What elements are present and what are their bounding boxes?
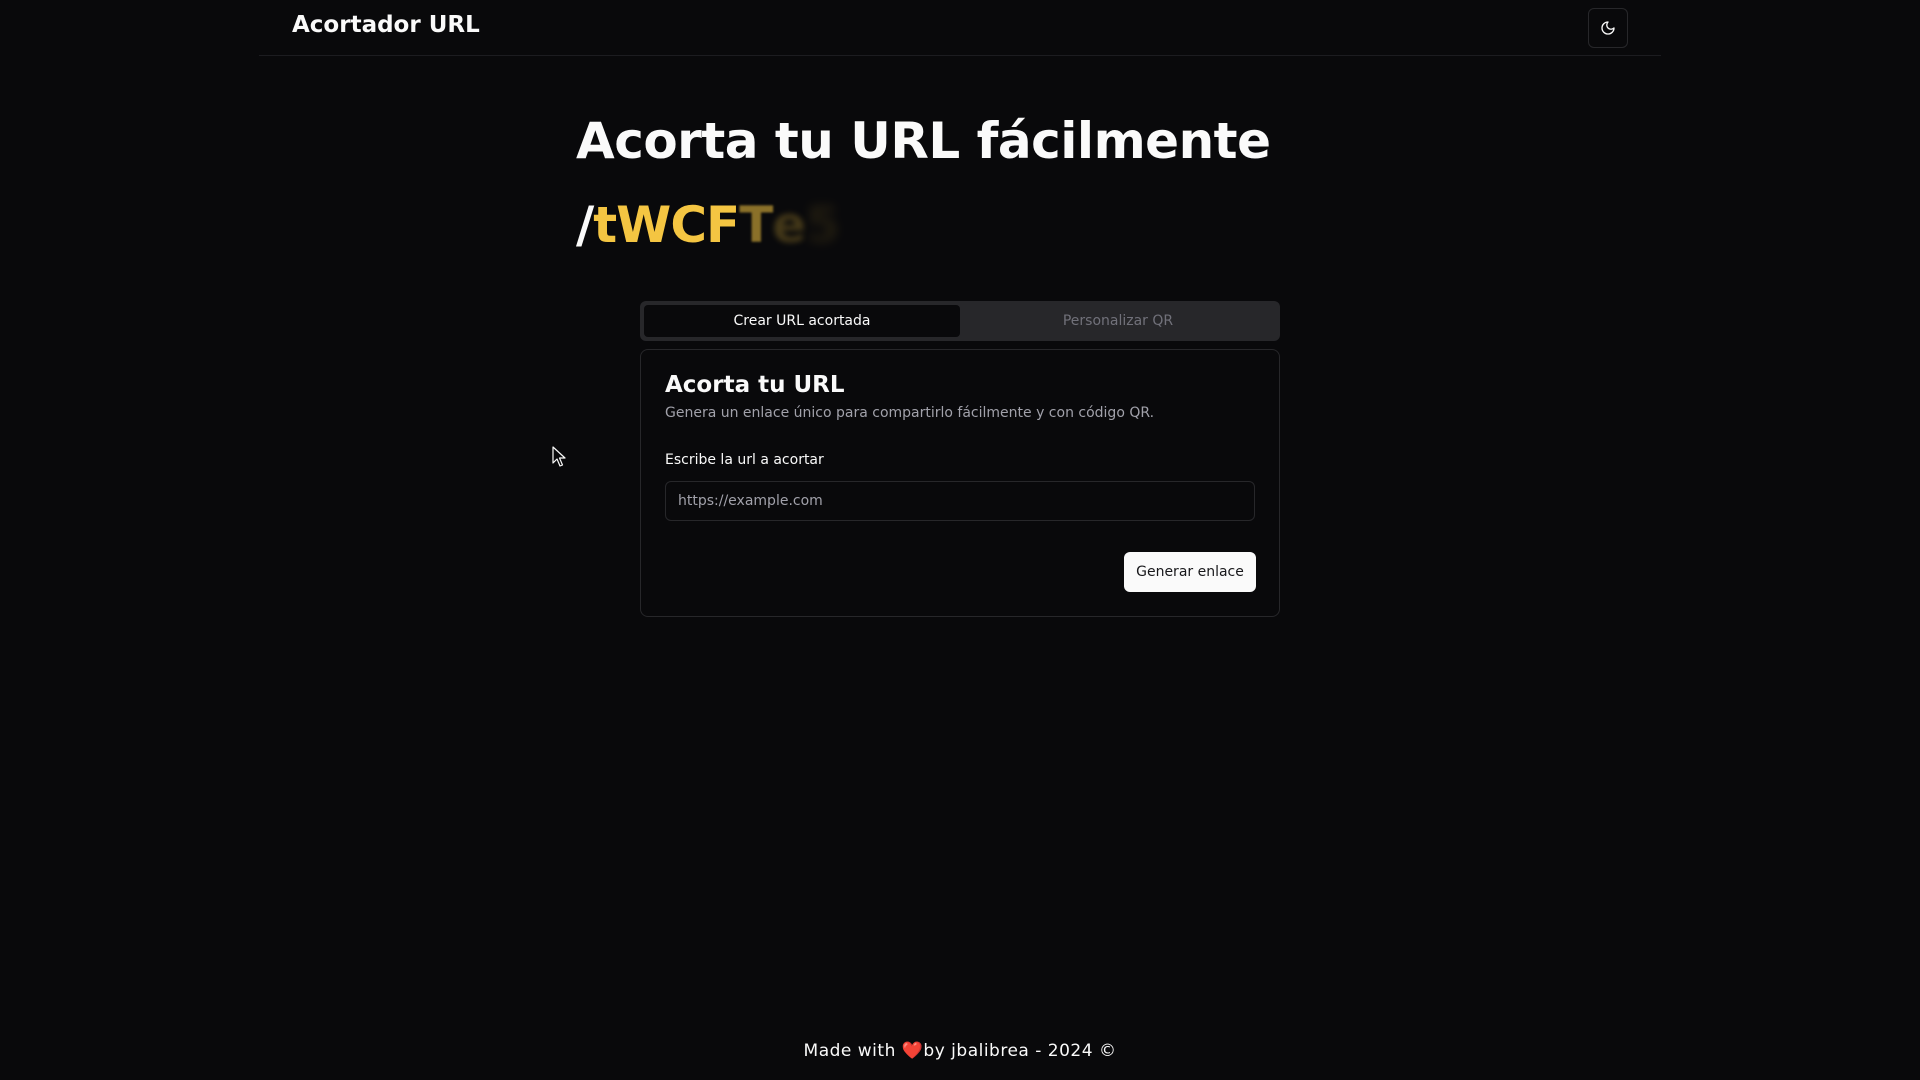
slug-char: t: [593, 196, 617, 254]
heart-icon: ❤️: [901, 1041, 924, 1061]
generate-link-button[interactable]: Generar enlace: [1124, 552, 1256, 592]
slug-char: W: [616, 196, 671, 254]
footer-credit[interactable]: by jbalibrea - 2024 ©: [923, 1041, 1116, 1061]
slug-char: 5: [805, 196, 840, 254]
mouse-cursor-icon: [552, 446, 566, 467]
site-header: Acortador URL: [259, 0, 1661, 56]
tabs-list: Crear URL acortada Personalizar QR: [640, 301, 1280, 341]
shorten-card: Acorta tu URL Genera un enlace único par…: [640, 349, 1280, 617]
theme-toggle-button[interactable]: [1588, 8, 1628, 48]
hero-title: Acorta tu URL fácilmente: [576, 112, 1271, 170]
tab-customize-qr[interactable]: Personalizar QR: [960, 305, 1276, 337]
slug-preview: /tWCFTe5: [576, 196, 840, 254]
slug-prefix: /: [576, 196, 594, 254]
card-title: Acorta tu URL: [665, 372, 845, 398]
slug-char: T: [739, 196, 773, 254]
slug-char: e: [772, 196, 806, 254]
footer-prefix: Made with: [803, 1041, 902, 1061]
brand-title[interactable]: Acortador URL: [292, 12, 480, 38]
card-description: Genera un enlace único para compartirlo …: [665, 405, 1155, 421]
url-input[interactable]: [665, 481, 1255, 521]
moon-icon: [1601, 21, 1615, 35]
url-field-label: Escribe la url a acortar: [665, 452, 824, 468]
slug-char: C: [670, 196, 707, 254]
tab-create-short-url[interactable]: Crear URL acortada: [644, 305, 960, 337]
site-footer: Made with ❤️by jbalibrea - 2024 ©: [0, 1041, 1920, 1061]
slug-char: F: [706, 196, 740, 254]
